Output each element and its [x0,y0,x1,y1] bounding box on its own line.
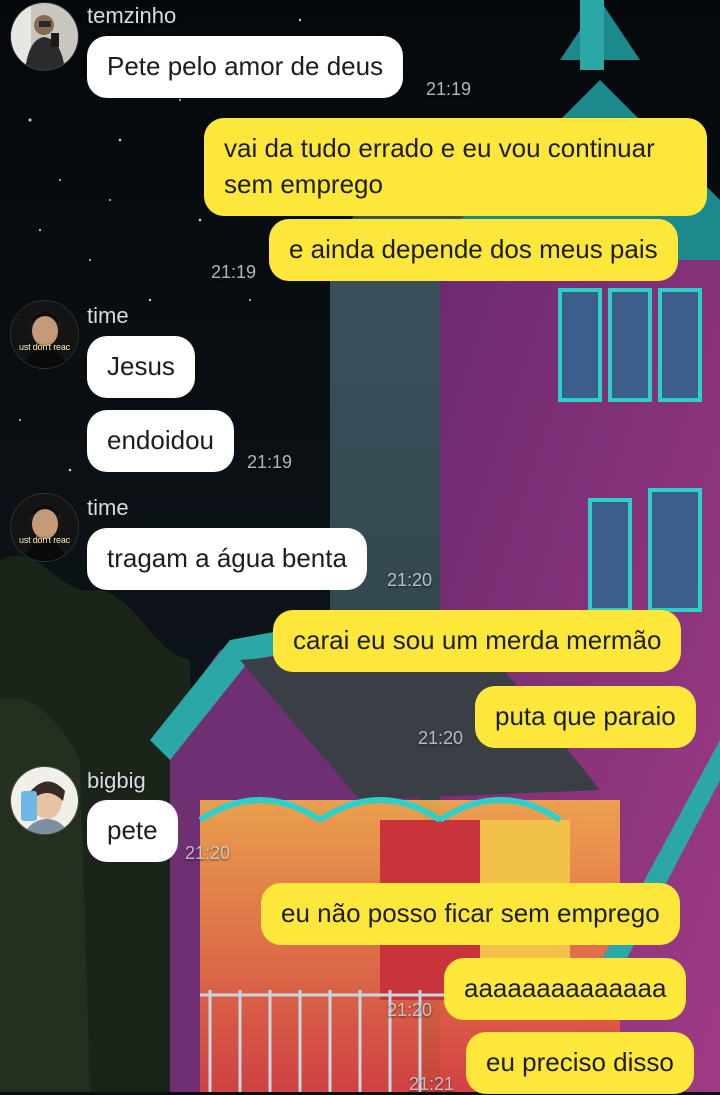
message-bubble[interactable]: eu não posso ficar sem emprego [261,883,680,945]
message-timestamp: 21:20 [185,843,231,863]
message-bubble[interactable]: Jesus [87,336,195,398]
message-bubble[interactable]: tragam a água benta [87,528,367,590]
message-bubble[interactable]: endoidou [87,410,234,472]
message-bubble[interactable]: pete [87,800,178,862]
sender-name-temzinho: temzinho [87,3,177,28]
message-bubble[interactable]: Pete pelo amor de deus [87,36,404,98]
message-timestamp: 21:19 [211,262,257,282]
message-bubble[interactable]: vai da tudo errado e eu vou continuar se… [204,118,707,216]
avatar-caption: ust don't reac [19,535,70,545]
message-bubble[interactable]: puta que paraio [475,686,696,748]
sender-name-bigbig: bigbig [87,768,146,793]
message-bubble[interactable]: e ainda depende dos meus pais [269,219,678,281]
avatar-temzinho[interactable] [10,2,79,71]
sender-name-time: time [87,303,129,328]
message-bubble[interactable]: carai eu sou um merda mermão [273,610,682,672]
message-timestamp: 21:19 [426,79,472,99]
avatar-time[interactable]: ust don't reac [10,300,79,369]
sender-name-time: time [87,495,129,520]
avatar-bigbig[interactable] [10,766,79,835]
message-timestamp: 21:20 [387,570,433,590]
message-timestamp: 21:19 [247,452,293,472]
message-bubble[interactable]: aaaaaaaaaaaaaa [444,958,687,1020]
avatar-caption: ust don't reac [19,342,70,352]
message-timestamp: 21:20 [387,1000,433,1020]
message-bubble[interactable]: eu preciso disso [466,1032,694,1094]
chat-thread[interactable]: temzinho Pete pelo amor de deus 21:19 va… [0,0,720,1094]
message-timestamp: 21:20 [418,728,464,748]
avatar-time[interactable]: ust don't reac [10,493,79,562]
